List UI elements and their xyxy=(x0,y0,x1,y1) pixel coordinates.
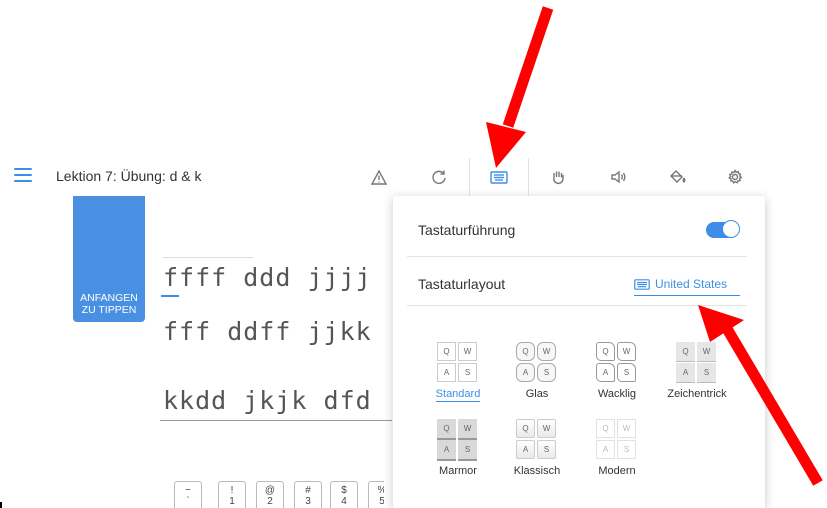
style-tile-glas[interactable]: QW AS Glas xyxy=(505,342,569,412)
key: ~ ` xyxy=(174,481,202,508)
line-divider xyxy=(160,420,392,421)
warning-icon xyxy=(371,169,387,185)
style-label: Wacklig xyxy=(597,388,637,400)
typing-line-3: kkdd jkjk dfd xyxy=(163,386,372,415)
divider xyxy=(407,256,747,257)
on-screen-keyboard: ~` !1 @2 #3 $4 %5 xyxy=(174,481,384,508)
keyboard-icon xyxy=(634,279,650,290)
keyboard-layout-select[interactable]: United States xyxy=(634,277,740,296)
style-tile-modern[interactable]: QW AS Modern xyxy=(585,419,649,489)
restart-button[interactable] xyxy=(410,160,468,194)
style-tile-wacklig[interactable]: QW AS Wacklig xyxy=(585,342,649,412)
menu-button[interactable] xyxy=(14,168,32,182)
keyboard-guidance-label: Tastaturführung xyxy=(418,222,516,238)
keyboard-settings-button[interactable] xyxy=(469,158,529,196)
key-preview: QW AS xyxy=(596,342,638,384)
settings-button[interactable] xyxy=(706,160,764,194)
theme-button[interactable] xyxy=(649,160,707,194)
keyboard-layout-label: Tastaturlayout xyxy=(418,276,506,292)
style-label: Glas xyxy=(525,388,549,400)
key: @2 xyxy=(256,481,284,508)
style-label: Zeichentrick xyxy=(667,388,727,400)
current-word-highlight xyxy=(163,257,253,258)
key: #3 xyxy=(294,481,322,508)
key: %5 xyxy=(368,481,384,508)
sound-button[interactable] xyxy=(590,160,648,194)
start-typing-button[interactable]: ANFANGEN ZU TIPPEN xyxy=(73,196,145,322)
typing-cursor xyxy=(161,295,179,297)
edge-mark xyxy=(0,502,2,508)
style-label: Klassisch xyxy=(513,465,561,477)
key-preview: QW AS xyxy=(437,419,479,461)
typing-line-1: ffff ddd jjjj xyxy=(163,263,372,292)
hand-button[interactable] xyxy=(529,160,587,194)
style-label: Standard xyxy=(435,388,481,402)
restart-icon xyxy=(432,170,446,184)
key: ! 1 xyxy=(218,481,246,508)
key-preview: QW AS xyxy=(437,342,479,384)
arrow-to-keyboard-icon xyxy=(486,6,554,168)
style-tile-zeichentrick[interactable]: QW AS Zeichentrick xyxy=(665,342,729,412)
style-label: Modern xyxy=(598,465,636,477)
start-label-line1: ANFANGEN xyxy=(80,292,138,304)
key-preview: QW AS xyxy=(516,342,558,384)
divider xyxy=(407,305,747,306)
style-tile-marmor[interactable]: QW AS Marmor xyxy=(426,419,490,489)
keyboard-layout-value: United States xyxy=(655,277,728,291)
key-preview: QW AS xyxy=(516,419,558,461)
style-tile-klassisch[interactable]: QW AS Klassisch xyxy=(505,419,569,489)
key: $4 xyxy=(330,481,358,508)
style-tile-standard[interactable]: QW AS Standard xyxy=(426,342,490,412)
key-preview: QW AS xyxy=(596,419,638,461)
toggle-knob[interactable] xyxy=(722,220,740,238)
typing-line-2: fff ddff jjkk xyxy=(163,317,372,346)
lesson-title: Lektion 7: Übung: d & k xyxy=(56,168,202,184)
warning-button[interactable] xyxy=(350,160,408,194)
sound-icon xyxy=(611,170,626,184)
key-preview: QW AS xyxy=(676,342,718,384)
keyboard-icon xyxy=(490,170,508,184)
gear-icon xyxy=(728,169,743,184)
style-label: Marmor xyxy=(439,465,477,477)
paint-bucket-icon xyxy=(670,170,686,183)
start-label-line2: ZU TIPPEN xyxy=(81,304,137,316)
hand-icon xyxy=(553,171,564,185)
